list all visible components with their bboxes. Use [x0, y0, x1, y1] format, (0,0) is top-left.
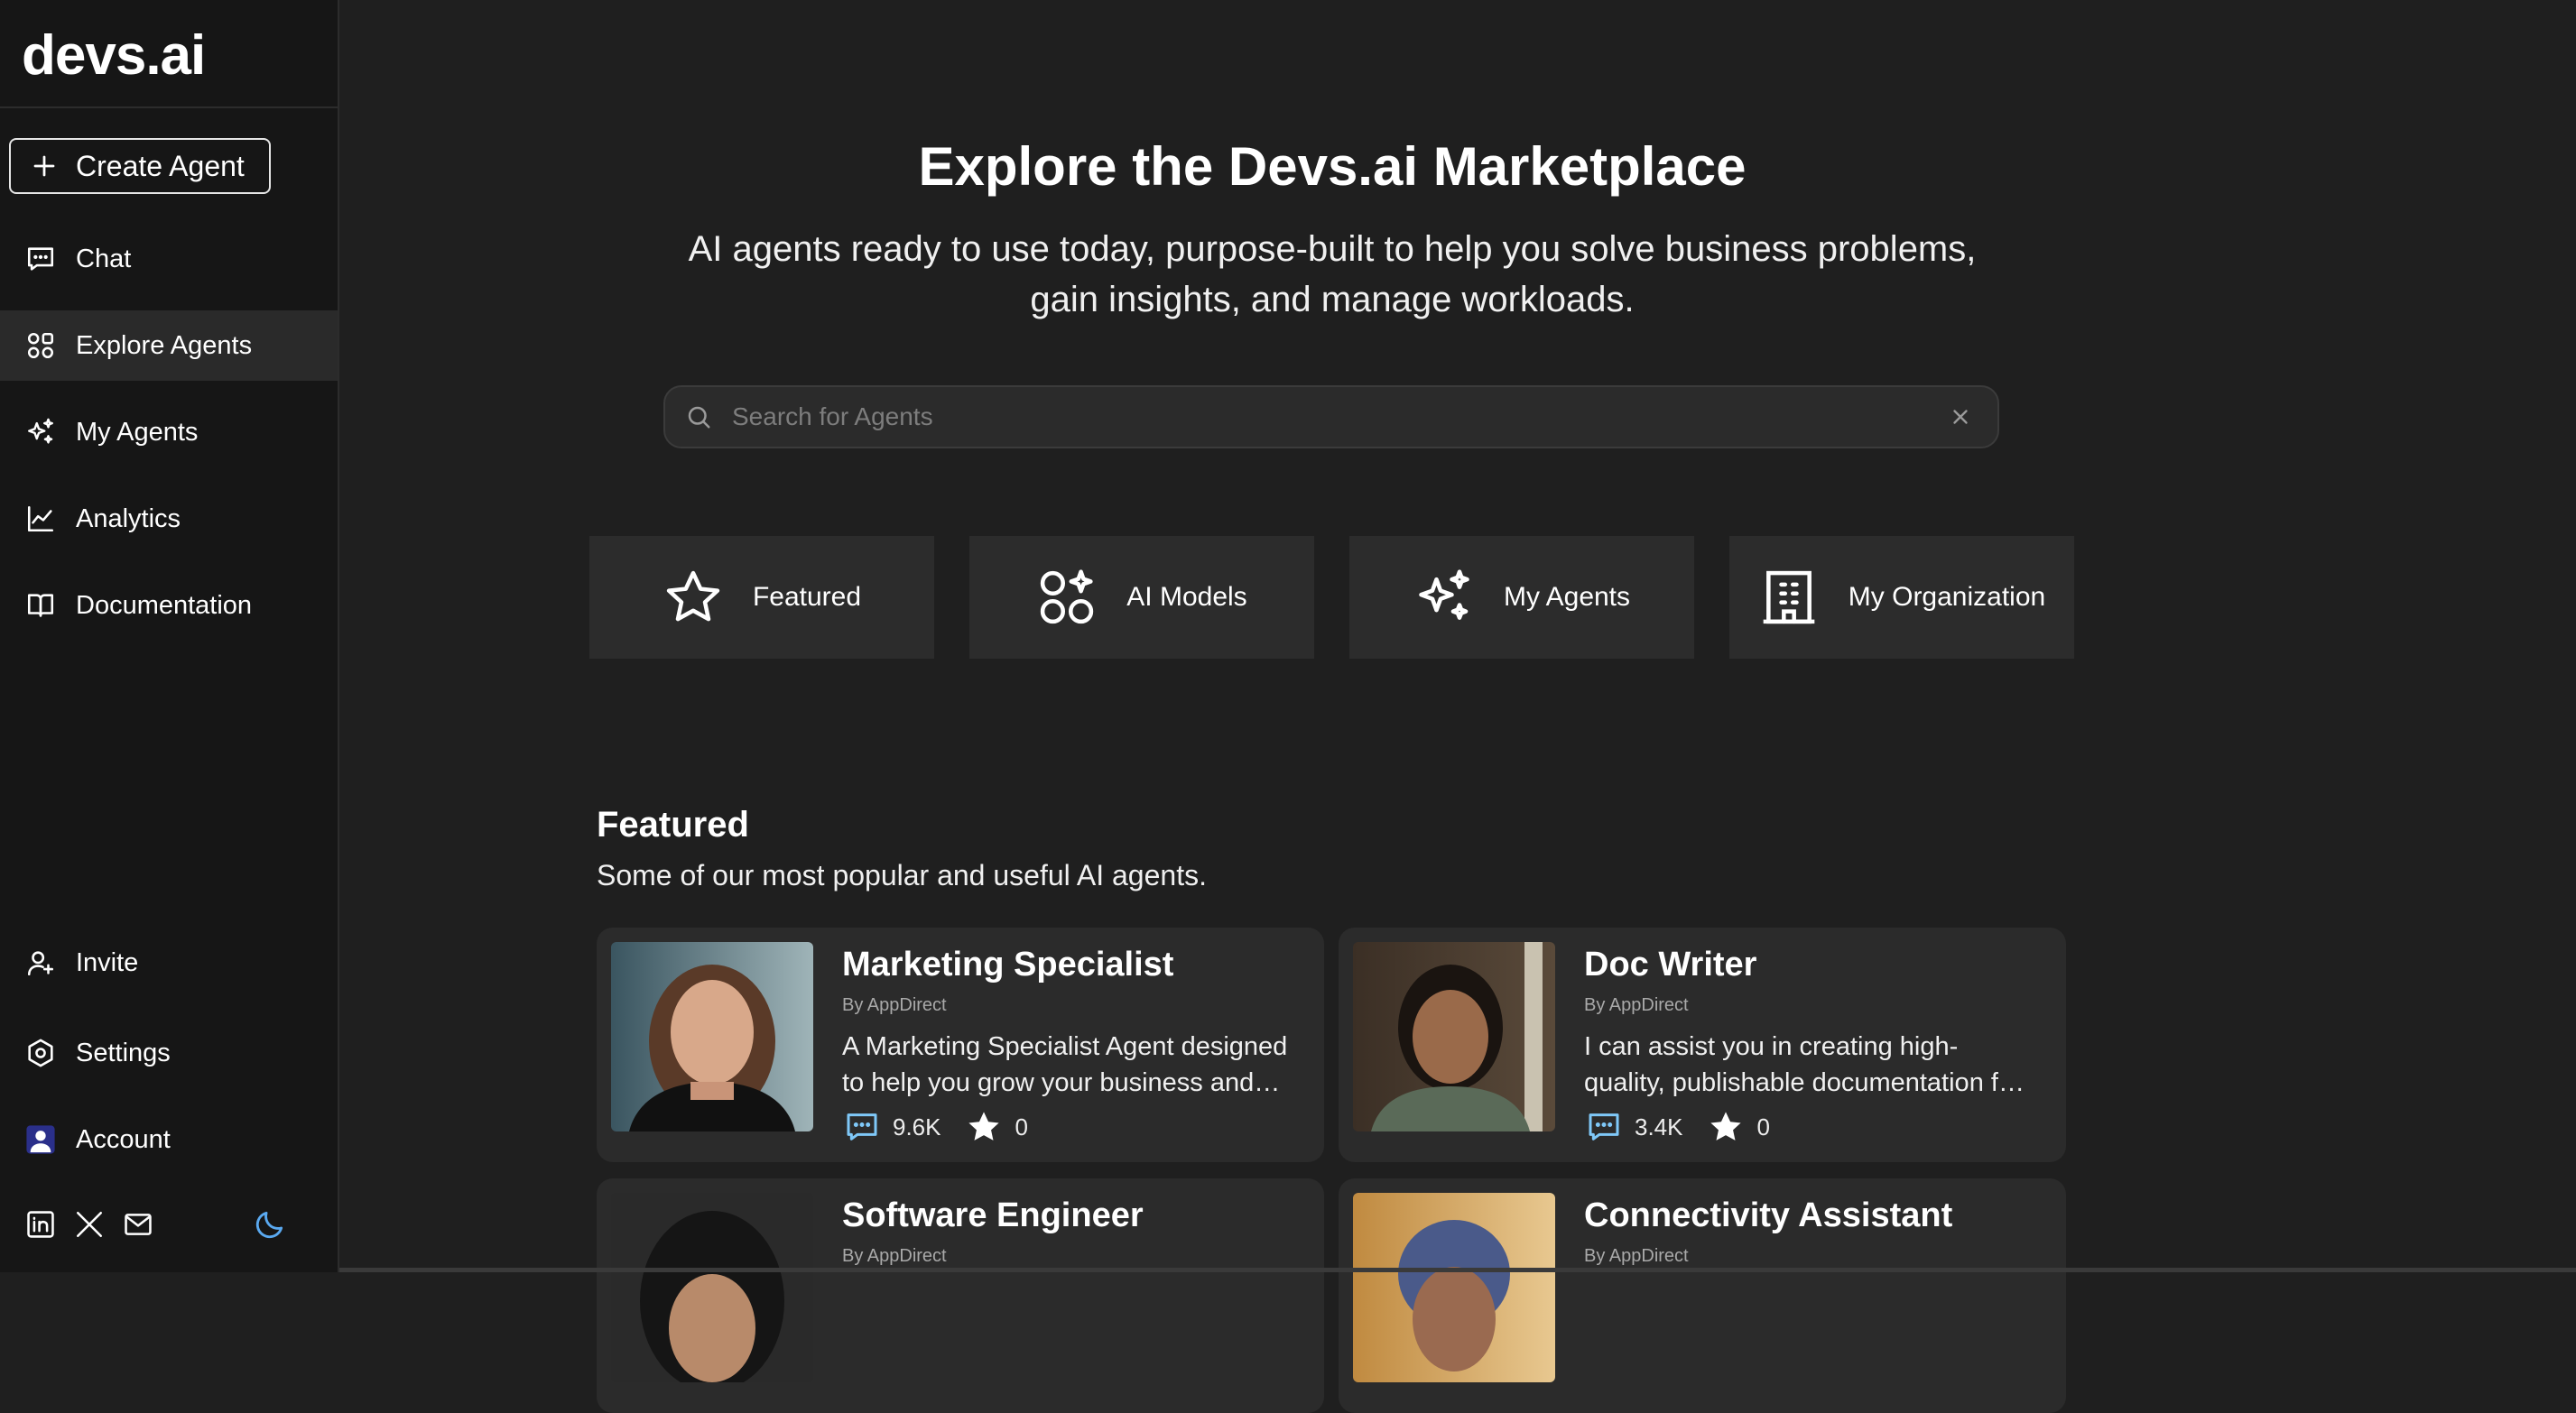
chat-count-icon: [847, 1113, 877, 1141]
page-subtitle-line: AI agents ready to use today, purpose-bu…: [688, 229, 1977, 269]
sidebar-item-label: Documentation: [76, 590, 253, 620]
plus-icon: [33, 155, 55, 177]
clear-search-icon[interactable]: [1949, 405, 1972, 429]
agent-name: Connectivity Assistant: [1584, 1196, 1953, 1234]
page-subtitle-line: gain insights, and manage workloads.: [1030, 280, 1635, 319]
star-icon[interactable]: [1707, 1108, 1745, 1146]
search-icon: [688, 406, 710, 429]
models-icon: [1041, 569, 1094, 624]
sidebar-item-invite[interactable]: Invite: [0, 928, 338, 998]
agent-author: By AppDirect: [842, 1246, 947, 1266]
moon-icon[interactable]: [253, 1207, 287, 1242]
agent-avatar: [611, 1193, 813, 1382]
sidebar-item-label: Chat: [76, 244, 132, 273]
chat-count-icon: [1589, 1113, 1619, 1141]
window-bottom-edge: [339, 1268, 2576, 1272]
agent-card-marketing-specialist[interactable]: Marketing Specialist By AppDirect A Mark…: [597, 928, 1324, 1162]
sidebar-item-my-agents[interactable]: My Agents: [0, 397, 338, 467]
search-input[interactable]: [730, 402, 1949, 432]
create-agent-button[interactable]: Create Agent: [9, 138, 271, 194]
sidebar-item-documentation[interactable]: Documentation: [0, 570, 338, 641]
category-label: My Agents: [1503, 582, 1631, 612]
featured-title: Featured: [597, 805, 749, 845]
agent-name: Doc Writer: [1584, 946, 1757, 984]
sidebar-item-label: My Agents: [76, 417, 199, 447]
featured-subtitle: Some of our most popular and useful AI a…: [597, 859, 1207, 891]
agent-name: Marketing Specialist: [842, 946, 1174, 984]
category-ai-models[interactable]: AI Models: [969, 536, 1314, 659]
sidebar-item-label: Account: [76, 1124, 171, 1154]
social-links: [25, 1209, 153, 1240]
agent-card-connectivity-assistant[interactable]: Connectivity Assistant By AppDirect: [1339, 1178, 2066, 1413]
app-logo[interactable]: devs.ai: [22, 23, 206, 88]
sidebar-item-account[interactable]: Account: [0, 1104, 338, 1175]
mail-icon[interactable]: [123, 1209, 153, 1240]
agent-stats: 9.6K 0: [842, 1108, 1028, 1146]
category-label: Featured: [752, 582, 862, 612]
building-icon: [1763, 570, 1815, 624]
chat-icon: [27, 247, 54, 271]
grid-icon: [27, 332, 54, 359]
sidebar-item-chat[interactable]: Chat: [0, 224, 338, 294]
book-icon: [27, 594, 54, 617]
agent-description: I can assist you in creating high-qualit…: [1584, 1032, 2022, 1097]
create-agent-label: Create Agent: [76, 149, 245, 182]
account-icon: [26, 1125, 55, 1154]
agent-author: By AppDirect: [1584, 995, 1689, 1015]
agent-avatar: [1353, 942, 1555, 1131]
settings-icon: [28, 1039, 53, 1067]
agent-card-software-engineer[interactable]: Software Engineer By AppDirect: [597, 1178, 1324, 1413]
user-plus-icon: [27, 951, 54, 976]
agent-author: By AppDirect: [1584, 1246, 1689, 1266]
linkedin-icon[interactable]: [25, 1209, 56, 1240]
agent-avatar: [611, 942, 813, 1131]
x-icon[interactable]: [74, 1209, 105, 1240]
sparkles-icon: [28, 418, 53, 444]
chart-icon: [27, 505, 54, 532]
sidebar-item-analytics[interactable]: Analytics: [0, 484, 338, 554]
page-title: Explore the Devs.ai Marketplace: [918, 136, 1747, 197]
agent-avatar: [1353, 1193, 1555, 1382]
sparkles-icon: [1419, 569, 1469, 620]
star-count: 0: [1756, 1113, 1770, 1141]
category-my-organization[interactable]: My Organization: [1729, 536, 2074, 659]
divider: [0, 106, 338, 108]
category-label: My Organization: [1848, 582, 2046, 612]
agent-stats: 3.4K 0: [1584, 1108, 1770, 1146]
chat-count: 3.4K: [1635, 1113, 1683, 1141]
agent-card-doc-writer[interactable]: Doc Writer By AppDirect I can assist you…: [1339, 928, 2066, 1162]
agent-description: A Marketing Specialist Agent designed to…: [842, 1032, 1288, 1097]
sidebar-item-label: Invite: [76, 947, 139, 977]
category-label: AI Models: [1126, 582, 1247, 612]
sidebar-item-settings[interactable]: Settings: [0, 1018, 338, 1088]
star-count: 0: [1015, 1113, 1028, 1141]
sidebar-item-explore-agents[interactable]: Explore Agents: [0, 310, 338, 381]
agent-name: Software Engineer: [842, 1196, 1144, 1234]
category-my-agents[interactable]: My Agents: [1349, 536, 1694, 659]
sidebar-item-label: Analytics: [76, 503, 181, 533]
sidebar: devs.ai Create Agent Chat Explore Agents…: [0, 0, 339, 1272]
page-subtitle: AI agents ready to use today, purpose-bu…: [610, 224, 2054, 325]
category-featured[interactable]: Featured: [589, 536, 934, 659]
star-icon: [666, 570, 720, 622]
sidebar-item-label: Explore Agents: [76, 330, 253, 360]
star-icon[interactable]: [965, 1108, 1003, 1146]
sidebar-item-label: Settings: [76, 1038, 171, 1067]
chat-count: 9.6K: [893, 1113, 941, 1141]
agent-author: By AppDirect: [842, 995, 947, 1015]
search-bar: [663, 385, 1999, 448]
